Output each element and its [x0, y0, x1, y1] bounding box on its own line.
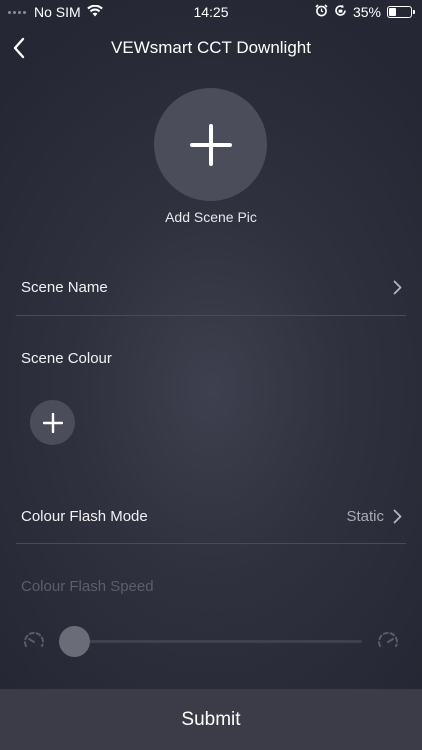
speed-slow-icon — [24, 631, 44, 647]
battery-icon — [387, 6, 415, 18]
scene-name-label: Scene Name — [21, 279, 108, 296]
add-scene-pic-button[interactable] — [154, 88, 267, 201]
add-colour-button[interactable] — [30, 400, 75, 445]
nav-bar: VEWsmart CCT Downlight — [0, 30, 422, 66]
plus-icon — [189, 123, 232, 166]
flash-speed-slider[interactable] — [22, 626, 400, 657]
scene-colour-label: Scene Colour — [21, 350, 112, 367]
battery-percent: 35% — [352, 4, 381, 20]
colour-flash-mode-label: Colour Flash Mode — [21, 508, 148, 525]
scene-name-row[interactable]: Scene Name — [16, 262, 406, 312]
status-bar: No SIM 14:25 35% — [0, 0, 422, 24]
chevron-right-icon — [393, 509, 402, 524]
plus-icon — [42, 412, 63, 433]
battery-fill — [389, 8, 397, 16]
chevron-right-icon — [393, 280, 402, 295]
rotation-lock-icon — [334, 4, 347, 20]
status-right: 35% — [315, 4, 415, 20]
slider-track — [62, 640, 362, 643]
submit-button[interactable]: Submit — [0, 689, 422, 750]
divider — [16, 543, 406, 544]
speed-fast-icon — [378, 631, 398, 647]
colour-flash-mode-value: Static — [346, 508, 384, 525]
colour-flash-speed-label: Colour Flash Speed — [21, 578, 154, 595]
divider — [16, 315, 406, 316]
colour-flash-mode-row[interactable]: Colour Flash Mode Static — [16, 491, 406, 541]
add-scene-pic-label: Add Scene Pic — [165, 209, 257, 225]
alarm-icon — [315, 4, 328, 20]
slider-thumb[interactable] — [59, 626, 90, 657]
page-title: VEWsmart CCT Downlight — [111, 38, 311, 57]
